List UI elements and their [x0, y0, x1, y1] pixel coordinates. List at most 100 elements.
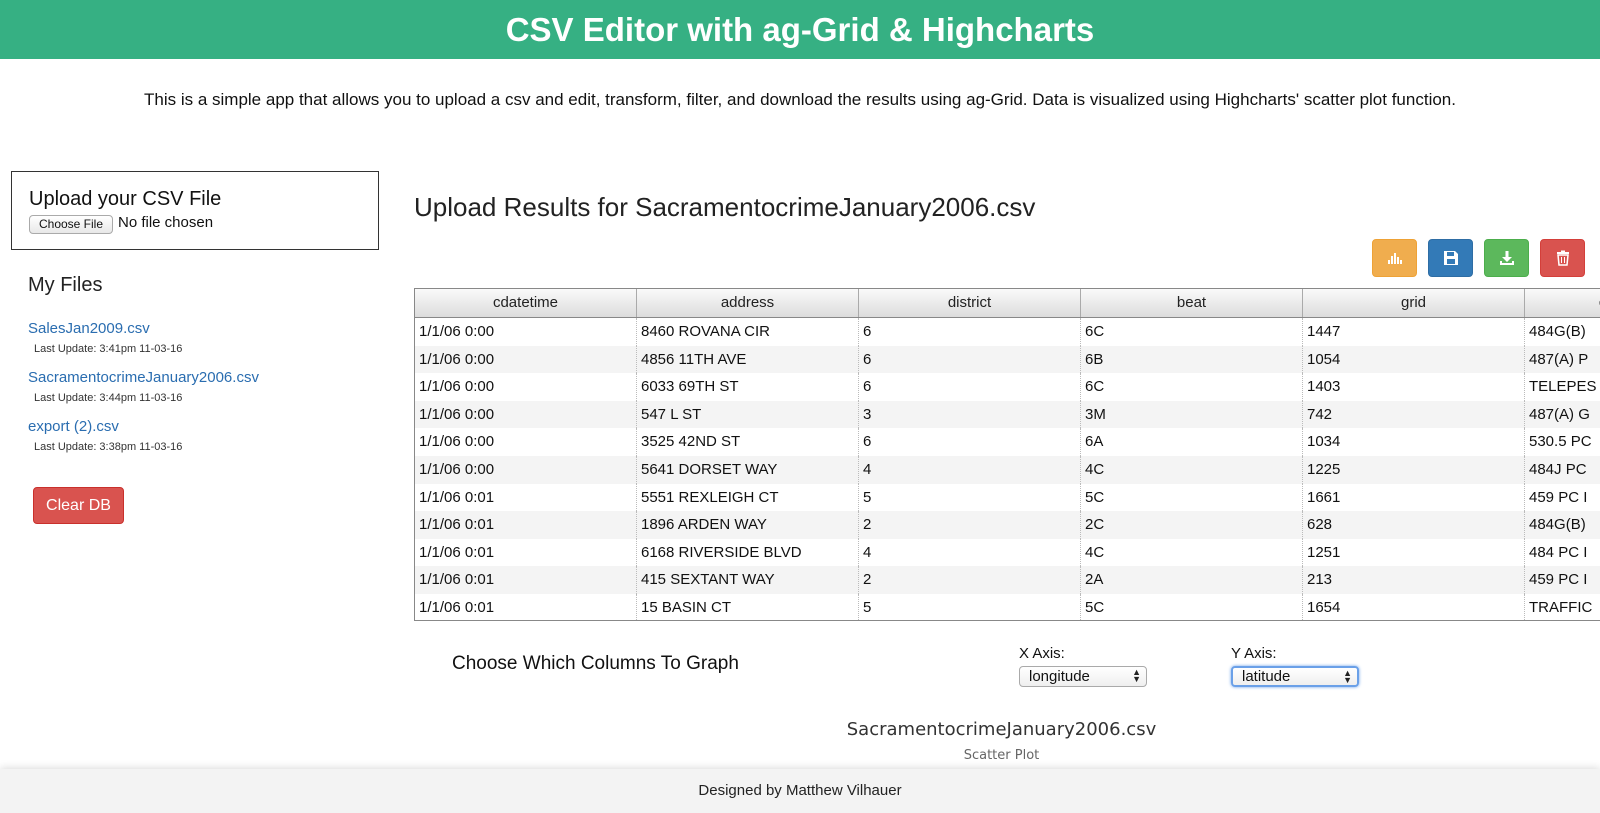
table-row[interactable]: 1/1/06 0:01 6168 RIVERSIDE BLVD 4 4C 1251 484… — [415, 538, 1600, 567]
column-header[interactable]: cdatetime — [415, 289, 637, 317]
table-cell[interactable]: 547 L ST — [637, 400, 859, 429]
table-cell[interactable]: 6A — [1081, 428, 1303, 456]
x-axis-label: X Axis: — [1019, 645, 1065, 662]
table-cell[interactable]: 3525 42ND ST — [637, 428, 859, 456]
chart-button[interactable] — [1372, 239, 1417, 277]
table-cell[interactable]: 484J PC — [1525, 456, 1600, 484]
table-cell[interactable]: 2C — [1081, 511, 1303, 539]
table-cell[interactable]: 1/1/06 0:00 — [415, 455, 637, 484]
column-header[interactable]: district — [859, 289, 1081, 317]
table-cell[interactable]: 2 — [859, 566, 1081, 594]
upload-title: Upload your CSV File — [29, 188, 222, 210]
table-cell[interactable]: TELEPES — [1525, 373, 1600, 401]
table-cell[interactable]: 1/1/06 0:01 — [415, 593, 637, 620]
table-row[interactable]: 1/1/06 0:01 5551 REXLEIGH CT 5 5C 1661 459 PC… — [415, 483, 1600, 512]
table-cell[interactable]: 1/1/06 0:01 — [415, 566, 637, 594]
table-cell[interactable]: 1/1/06 0:00 — [415, 428, 637, 456]
table-cell[interactable]: 2A — [1081, 566, 1303, 594]
table-cell[interactable]: 530.5 PC — [1525, 428, 1600, 456]
table-cell[interactable]: 1/1/06 0:00 — [415, 400, 637, 429]
table-cell[interactable]: 6 — [859, 318, 1081, 346]
table-cell[interactable]: 4C — [1081, 455, 1303, 484]
delete-button[interactable] — [1540, 239, 1585, 277]
table-cell[interactable]: 628 — [1303, 511, 1525, 539]
file-link[interactable]: export (2).csv — [28, 418, 182, 435]
clear-db-button[interactable]: Clear DB — [33, 487, 124, 524]
x-axis-select[interactable]: longitude ▲ ▼ — [1019, 666, 1147, 687]
column-header[interactable]: address — [637, 289, 859, 317]
table-cell[interactable]: 1661 — [1303, 483, 1525, 512]
table-cell[interactable]: 1403 — [1303, 373, 1525, 401]
table-cell[interactable]: 6 — [859, 428, 1081, 456]
table-row[interactable]: 1/1/06 0:00 8460 ROVANA CIR 6 6C 1447 484G(B) — [415, 318, 1600, 346]
table-cell[interactable]: 5641 DORSET WAY — [637, 455, 859, 484]
table-cell[interactable]: 4C — [1081, 538, 1303, 567]
table-cell[interactable]: 1/1/06 0:01 — [415, 538, 637, 567]
table-cell[interactable]: 4 — [859, 455, 1081, 484]
table-cell[interactable]: 5551 REXLEIGH CT — [637, 483, 859, 512]
table-cell[interactable]: 5 — [859, 593, 1081, 620]
table-cell[interactable]: 1054 — [1303, 345, 1525, 374]
save-button[interactable] — [1428, 239, 1473, 277]
table-cell[interactable]: 484G(B) — [1525, 318, 1600, 346]
table-cell[interactable]: 2 — [859, 511, 1081, 539]
table-cell[interactable]: 484 PC I — [1525, 539, 1600, 567]
table-cell[interactable]: 1654 — [1303, 593, 1525, 620]
file-link[interactable]: SalesJan2009.csv — [28, 320, 182, 337]
table-row[interactable]: 1/1/06 0:00 3525 42ND ST 6 6A 1034 530.5 PC — [415, 428, 1600, 456]
table-row[interactable]: 1/1/06 0:00 547 L ST 3 3M 742 487(A) G — [415, 400, 1600, 429]
table-cell[interactable]: 8460 ROVANA CIR — [637, 318, 859, 346]
column-header[interactable]: crimedescr — [1525, 289, 1600, 317]
table-cell[interactable]: 5C — [1081, 483, 1303, 512]
y-axis-label: Y Axis: — [1231, 645, 1277, 662]
table-cell[interactable]: 1/1/06 0:01 — [415, 483, 637, 512]
table-row[interactable]: 1/1/06 0:00 5641 DORSET WAY 4 4C 1225 484J PC — [415, 455, 1600, 484]
table-cell[interactable]: 213 — [1303, 566, 1525, 594]
table-row[interactable]: 1/1/06 0:01 15 BASIN CT 5 5C 1654 TRAFFIC — [415, 593, 1600, 620]
table-cell[interactable]: 3 — [859, 400, 1081, 429]
table-cell[interactable]: 5C — [1081, 593, 1303, 620]
table-cell[interactable]: 3M — [1081, 400, 1303, 429]
table-cell[interactable]: 484G(B) — [1525, 511, 1600, 539]
table-cell[interactable]: 6 — [859, 345, 1081, 374]
x-axis-value: longitude — [1029, 668, 1090, 685]
table-cell[interactable]: 1225 — [1303, 455, 1525, 484]
table-cell[interactable]: 1896 ARDEN WAY — [637, 511, 859, 539]
table-cell[interactable]: TRAFFIC — [1525, 594, 1600, 620]
table-cell[interactable]: 459 PC I — [1525, 566, 1600, 594]
table-cell[interactable]: 1034 — [1303, 428, 1525, 456]
results-title: Upload Results for SacramentocrimeJanuar… — [414, 192, 1036, 222]
table-cell[interactable]: 1251 — [1303, 538, 1525, 567]
download-button[interactable] — [1484, 239, 1529, 277]
table-row[interactable]: 1/1/06 0:01 1896 ARDEN WAY 2 2C 628 484G(B) — [415, 511, 1600, 539]
table-cell[interactable]: 742 — [1303, 400, 1525, 429]
table-cell[interactable]: 1/1/06 0:00 — [415, 318, 637, 346]
table-cell[interactable]: 4856 11TH AVE — [637, 345, 859, 374]
table-cell[interactable]: 487(A) P — [1525, 346, 1600, 374]
table-row[interactable]: 1/1/06 0:00 6033 69TH ST 6 6C 1403 TELEPES — [415, 373, 1600, 401]
table-cell[interactable]: 6C — [1081, 318, 1303, 346]
column-header[interactable]: beat — [1081, 289, 1303, 317]
table-cell[interactable]: 1/1/06 0:00 — [415, 373, 637, 401]
table-cell[interactable]: 6 — [859, 373, 1081, 401]
file-link[interactable]: SacramentocrimeJanuary2006.csv — [28, 369, 259, 386]
y-axis-select[interactable]: latitude ▲ ▼ — [1231, 666, 1359, 687]
table-cell[interactable]: 415 SEXTANT WAY — [637, 566, 859, 594]
column-header[interactable]: grid — [1303, 289, 1525, 317]
table-cell[interactable]: 6C — [1081, 373, 1303, 401]
app-title: CSV Editor with ag-Grid & Highcharts — [505, 11, 1095, 48]
table-cell[interactable]: 5 — [859, 483, 1081, 512]
table-cell[interactable]: 15 BASIN CT — [637, 593, 859, 620]
table-cell[interactable]: 6168 RIVERSIDE BLVD — [637, 538, 859, 567]
choose-file-button[interactable]: Choose File — [29, 215, 113, 234]
table-cell[interactable]: 1/1/06 0:00 — [415, 345, 637, 374]
table-cell[interactable]: 4 — [859, 538, 1081, 567]
table-cell[interactable]: 6B — [1081, 345, 1303, 374]
table-cell[interactable]: 459 PC I — [1525, 484, 1600, 512]
table-cell[interactable]: 1447 — [1303, 318, 1525, 346]
table-row[interactable]: 1/1/06 0:01 415 SEXTANT WAY 2 2A 213 459 PC I — [415, 566, 1600, 594]
table-cell[interactable]: 1/1/06 0:01 — [415, 511, 637, 539]
table-cell[interactable]: 487(A) G — [1525, 401, 1600, 429]
table-row[interactable]: 1/1/06 0:00 4856 11TH AVE 6 6B 1054 487(A) P — [415, 345, 1600, 374]
table-cell[interactable]: 6033 69TH ST — [637, 373, 859, 401]
